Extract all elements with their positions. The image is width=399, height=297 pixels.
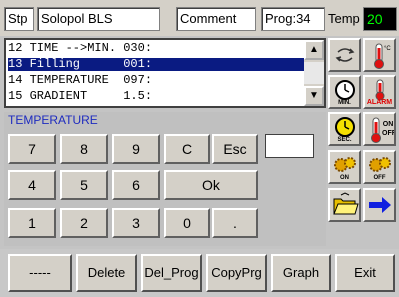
svg-text:°C: °C <box>384 46 391 52</box>
copy-program-button[interactable]: CopyPrg <box>206 254 267 292</box>
min-label: MIN. <box>338 100 351 106</box>
heating-onoff-button[interactable]: ON OFF <box>363 112 396 146</box>
on-off-label: ON OFF <box>382 121 396 137</box>
key-9[interactable]: 9 <box>112 134 160 164</box>
key-1[interactable]: 1 <box>8 208 56 238</box>
gears-off-icon <box>368 157 391 172</box>
key-clear[interactable]: C <box>164 134 210 164</box>
list-item[interactable]: 15 GRADIENT 1.5: <box>8 90 304 103</box>
key-4[interactable]: 4 <box>8 170 56 200</box>
refresh-arrows-icon <box>335 48 354 62</box>
alarm-thermometer-icon <box>375 79 384 101</box>
gears-on-icon <box>333 157 356 172</box>
time-minutes-button[interactable]: MIN. <box>328 75 361 109</box>
stirrer-off-button[interactable]: OFF <box>363 150 396 184</box>
program-name-field[interactable]: Solopol BLS <box>37 7 160 31</box>
thermometer-celsius-icon: °C <box>373 43 391 69</box>
list-item-selected[interactable]: 13 Filling 001: <box>8 58 304 71</box>
key-3[interactable]: 3 <box>112 208 160 238</box>
thermometer-icon <box>371 117 381 143</box>
alarm-label: ALARM <box>366 99 393 106</box>
off-label: OFF <box>373 175 386 181</box>
graph-button[interactable]: Graph <box>271 254 331 292</box>
ok-button[interactable]: Ok <box>164 170 258 200</box>
key-6[interactable]: 6 <box>112 170 160 200</box>
program-editor-screen: Stp Solopol BLS Comment Prog:34 Temp 20 … <box>0 0 399 297</box>
key-7[interactable]: 7 <box>8 134 56 164</box>
comment-field[interactable]: Comment <box>176 7 256 31</box>
value-input[interactable] <box>265 134 314 158</box>
sec-label: SEC. <box>337 137 352 143</box>
stp-field[interactable]: Stp <box>4 7 34 31</box>
footer-toolbar: ----- Delete Del_Prog CopyPrg Graph Exit <box>0 249 399 297</box>
clock-icon <box>334 80 355 100</box>
open-folder-button[interactable] <box>328 188 361 222</box>
next-arrow-button[interactable] <box>363 188 396 222</box>
key-escape[interactable]: Esc <box>212 134 258 164</box>
stopwatch-icon <box>334 117 355 137</box>
blank-button[interactable]: ----- <box>8 254 72 292</box>
program-number-field[interactable]: Prog:34 <box>261 7 325 31</box>
key-5[interactable]: 5 <box>60 170 108 200</box>
keypad-panel: TEMPERATURE 7 8 9 C Esc 4 5 6 Ok 1 2 3 0… <box>4 112 326 246</box>
temp-label: Temp <box>328 11 360 26</box>
temperature-celsius-button[interactable]: °C <box>363 38 396 72</box>
scroll-down-button[interactable]: ▼ <box>304 86 324 106</box>
key-decimal[interactable]: . <box>212 208 258 238</box>
arrow-right-icon <box>368 197 391 213</box>
key-0[interactable]: 0 <box>164 208 210 238</box>
list-item[interactable]: 12 TIME -->MIN. 030: <box>8 42 304 55</box>
delete-button[interactable]: Delete <box>76 254 137 292</box>
key-8[interactable]: 8 <box>60 134 108 164</box>
refresh-button[interactable] <box>328 38 361 72</box>
stirrer-on-button[interactable]: ON <box>328 150 361 184</box>
list-item[interactable]: 14 TEMPERATURE 097: <box>8 74 304 87</box>
delete-program-button[interactable]: Del_Prog <box>141 254 202 292</box>
header-bar: Stp Solopol BLS Comment Prog:34 Temp 20 <box>0 0 399 36</box>
temp-value-display: 20 <box>363 7 397 31</box>
folder-open-icon <box>332 192 359 215</box>
scroll-thumb[interactable] <box>304 62 324 84</box>
keypad-title: TEMPERATURE <box>8 113 98 127</box>
on-label: ON <box>340 175 349 181</box>
scroll-up-button[interactable]: ▲ <box>304 40 324 60</box>
list-scrollbar[interactable]: ▲ ▼ <box>304 40 324 106</box>
exit-button[interactable]: Exit <box>335 254 395 292</box>
key-2[interactable]: 2 <box>60 208 108 238</box>
time-seconds-button[interactable]: SEC. <box>328 112 361 146</box>
alarm-button[interactable]: ALARM <box>363 75 396 109</box>
step-list[interactable]: 12 TIME -->MIN. 030: 13 Filling 001: 14 … <box>4 38 326 108</box>
